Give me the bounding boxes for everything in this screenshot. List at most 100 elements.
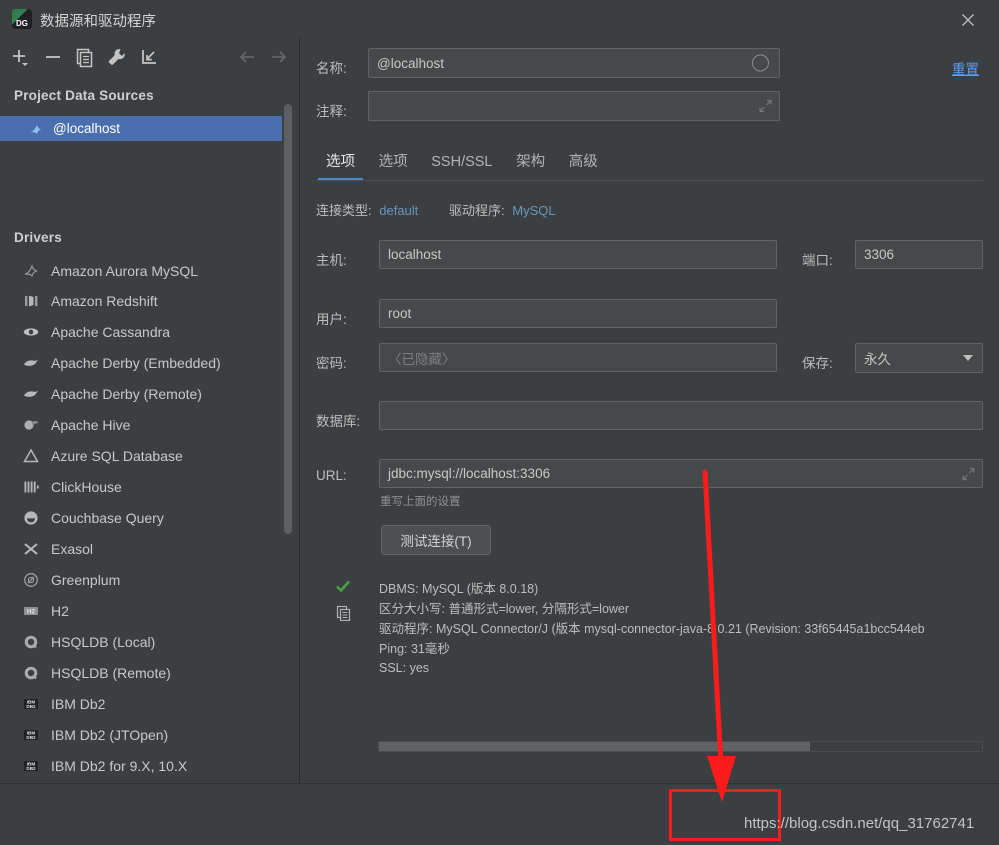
close-button[interactable] <box>945 4 989 34</box>
hsqldb-icon <box>22 664 40 682</box>
footer-bar: ? 确定 取消 应用(A) <box>0 784 999 845</box>
port-input[interactable]: 3306 <box>855 240 983 269</box>
tab-advanced[interactable]: 高级 <box>559 144 608 180</box>
driver-item-label: HSQLDB (Local) <box>51 634 155 650</box>
driver-item-ibm-db2-jtopen[interactable]: IBMDB2 IBM Db2 (JTOpen) <box>0 720 282 751</box>
comment-input[interactable] <box>368 91 780 121</box>
driver-item-label: ClickHouse <box>51 479 122 495</box>
driver-item-label: Apache Derby (Embedded) <box>51 355 221 371</box>
datagrip-logo-icon: DG <box>12 9 32 29</box>
expand-icon <box>759 100 772 113</box>
comment-label: 注释: <box>316 100 347 120</box>
database-input[interactable] <box>379 401 983 430</box>
driver-item-amazon-redshift[interactable]: Amazon Redshift <box>0 286 282 317</box>
sidebar-scrollbar[interactable] <box>284 104 292 534</box>
settings-tabs: 选项 选项 SSH/SSL 架构 高级 <box>316 144 608 182</box>
driver-item-azure-sql-database[interactable]: Azure SQL Database <box>0 441 282 472</box>
status-line-ssl: SSL: yes <box>379 659 429 677</box>
driver-item-ibm-db2-9x-10x[interactable]: IBMDB2 IBM Db2 for 9.X, 10.X <box>0 751 282 782</box>
port-label: 端口: <box>802 249 833 269</box>
svg-text:H2: H2 <box>27 609 36 616</box>
driver-item-apache-derby-remote[interactable]: Apache Derby (Remote) <box>0 379 282 410</box>
arrow-right-icon <box>268 47 290 67</box>
port-input-value: 3306 <box>864 247 894 262</box>
chevron-down-icon <box>963 355 973 361</box>
driver-item-label: Azure SQL Database <box>51 448 183 464</box>
close-icon <box>960 12 976 28</box>
name-input-value: @localhost <box>377 56 444 71</box>
remove-icon[interactable] <box>42 46 64 68</box>
sidebar-item-label: @localhost <box>53 121 120 136</box>
driver-item-hsqldb-remote[interactable]: HSQLDB (Remote) <box>0 658 282 689</box>
connection-type-value[interactable]: default <box>379 203 418 218</box>
azure-icon <box>22 447 40 465</box>
url-input[interactable]: jdbc:mysql://localhost:3306 <box>379 459 983 488</box>
driver-item-greenplum[interactable]: Greenplum <box>0 565 282 596</box>
driver-item-label: Exasol <box>51 541 93 557</box>
driver-item-label: Couchbase Query <box>51 510 164 526</box>
driver-item-label: IBM Db2 (JTOpen) <box>51 727 168 743</box>
driver-item-amazon-aurora-mysql[interactable]: Amazon Aurora MySQL <box>0 256 282 287</box>
copy-icon[interactable] <box>74 46 96 68</box>
status-line-case: 区分大小写: 普通形式=lower, 分隔形式=lower <box>379 600 629 618</box>
reset-link[interactable]: 重置 <box>952 58 979 78</box>
nav-back-button[interactable] <box>237 47 259 67</box>
cassandra-icon <box>22 323 40 341</box>
copy-status-icon[interactable] <box>336 605 352 624</box>
driver-item-apache-cassandra[interactable]: Apache Cassandra <box>0 317 282 348</box>
arrow-left-icon <box>237 47 259 67</box>
h2-icon: H2 <box>22 602 40 620</box>
driver-item-label: HSQLDB (Remote) <box>51 665 171 681</box>
mysql-dolphin-icon <box>28 121 44 137</box>
import-icon[interactable] <box>138 46 160 68</box>
tab-options-general[interactable]: 选项 <box>316 144 365 180</box>
aurora-mysql-icon <box>22 262 40 280</box>
driver-value[interactable]: MySQL <box>512 203 555 218</box>
status-line-driver: 驱动程序: MySQL Connector/J (版本 mysql-connec… <box>379 620 925 638</box>
host-input[interactable]: localhost <box>379 240 777 269</box>
check-icon <box>335 578 351 597</box>
driver-item-label: Amazon Aurora MySQL <box>51 263 198 279</box>
driver-item-hsqldb-local[interactable]: HSQLDB (Local) <box>0 627 282 658</box>
window-title: 数据源和驱动程序 <box>40 10 156 31</box>
svg-text:DB2: DB2 <box>26 766 36 771</box>
derby-icon <box>22 385 40 403</box>
test-connection-label: 测试连接(T) <box>400 530 471 550</box>
logo-text: DG <box>12 19 32 28</box>
driver-item-apache-hive[interactable]: Apache Hive <box>0 410 282 441</box>
user-input[interactable]: root <box>379 299 777 328</box>
nav-forward-button[interactable] <box>268 47 290 67</box>
driver-item-clickhouse[interactable]: ClickHouse <box>0 472 282 503</box>
driver-item-label: IBM Db2 for 9.X, 10.X <box>51 758 187 774</box>
color-circle-icon[interactable] <box>752 55 769 72</box>
expand-icon <box>962 467 975 480</box>
svg-text:DB2: DB2 <box>26 735 36 740</box>
password-input[interactable]: 〈已隐藏〉 <box>379 343 777 372</box>
sidebar-item-localhost[interactable]: @localhost <box>0 116 282 141</box>
driver-item-h2[interactable]: H2 H2 <box>0 596 282 627</box>
wrench-icon[interactable] <box>106 46 128 68</box>
driver-label: 驱动程序: <box>449 203 505 218</box>
tab-ssh-ssl[interactable]: SSH/SSL <box>421 144 502 180</box>
save-label: 保存: <box>802 352 833 372</box>
url-label: URL: <box>316 468 347 483</box>
driver-item-exasol[interactable]: Exasol <box>0 534 282 565</box>
left-panel: Project Data Sources @localhost Drivers … <box>0 38 282 783</box>
tab-options-secondary[interactable]: 选项 <box>369 144 418 180</box>
save-mode-select[interactable]: 永久 <box>855 343 983 373</box>
derby-icon <box>22 354 40 372</box>
driver-item-apache-derby-embedded[interactable]: Apache Derby (Embedded) <box>0 348 282 379</box>
add-icon[interactable] <box>9 46 31 68</box>
redshift-icon <box>22 292 40 310</box>
tab-schema[interactable]: 架构 <box>506 144 555 180</box>
driver-item-ibm-db2[interactable]: IBMDB2 IBM Db2 <box>0 689 282 720</box>
driver-item-couchbase-query[interactable]: Couchbase Query <box>0 503 282 534</box>
test-connection-button[interactable]: 测试连接(T) <box>381 525 491 555</box>
project-data-sources-header: Project Data Sources <box>14 88 154 103</box>
url-input-value: jdbc:mysql://localhost:3306 <box>388 466 550 481</box>
driver-item-label: IBM Db2 <box>51 696 105 712</box>
content-hscrollbar-thumb[interactable] <box>379 742 810 751</box>
sidebar-toolbar <box>0 38 282 74</box>
couchbase-icon <box>22 509 40 527</box>
name-input[interactable]: @localhost <box>368 48 780 78</box>
